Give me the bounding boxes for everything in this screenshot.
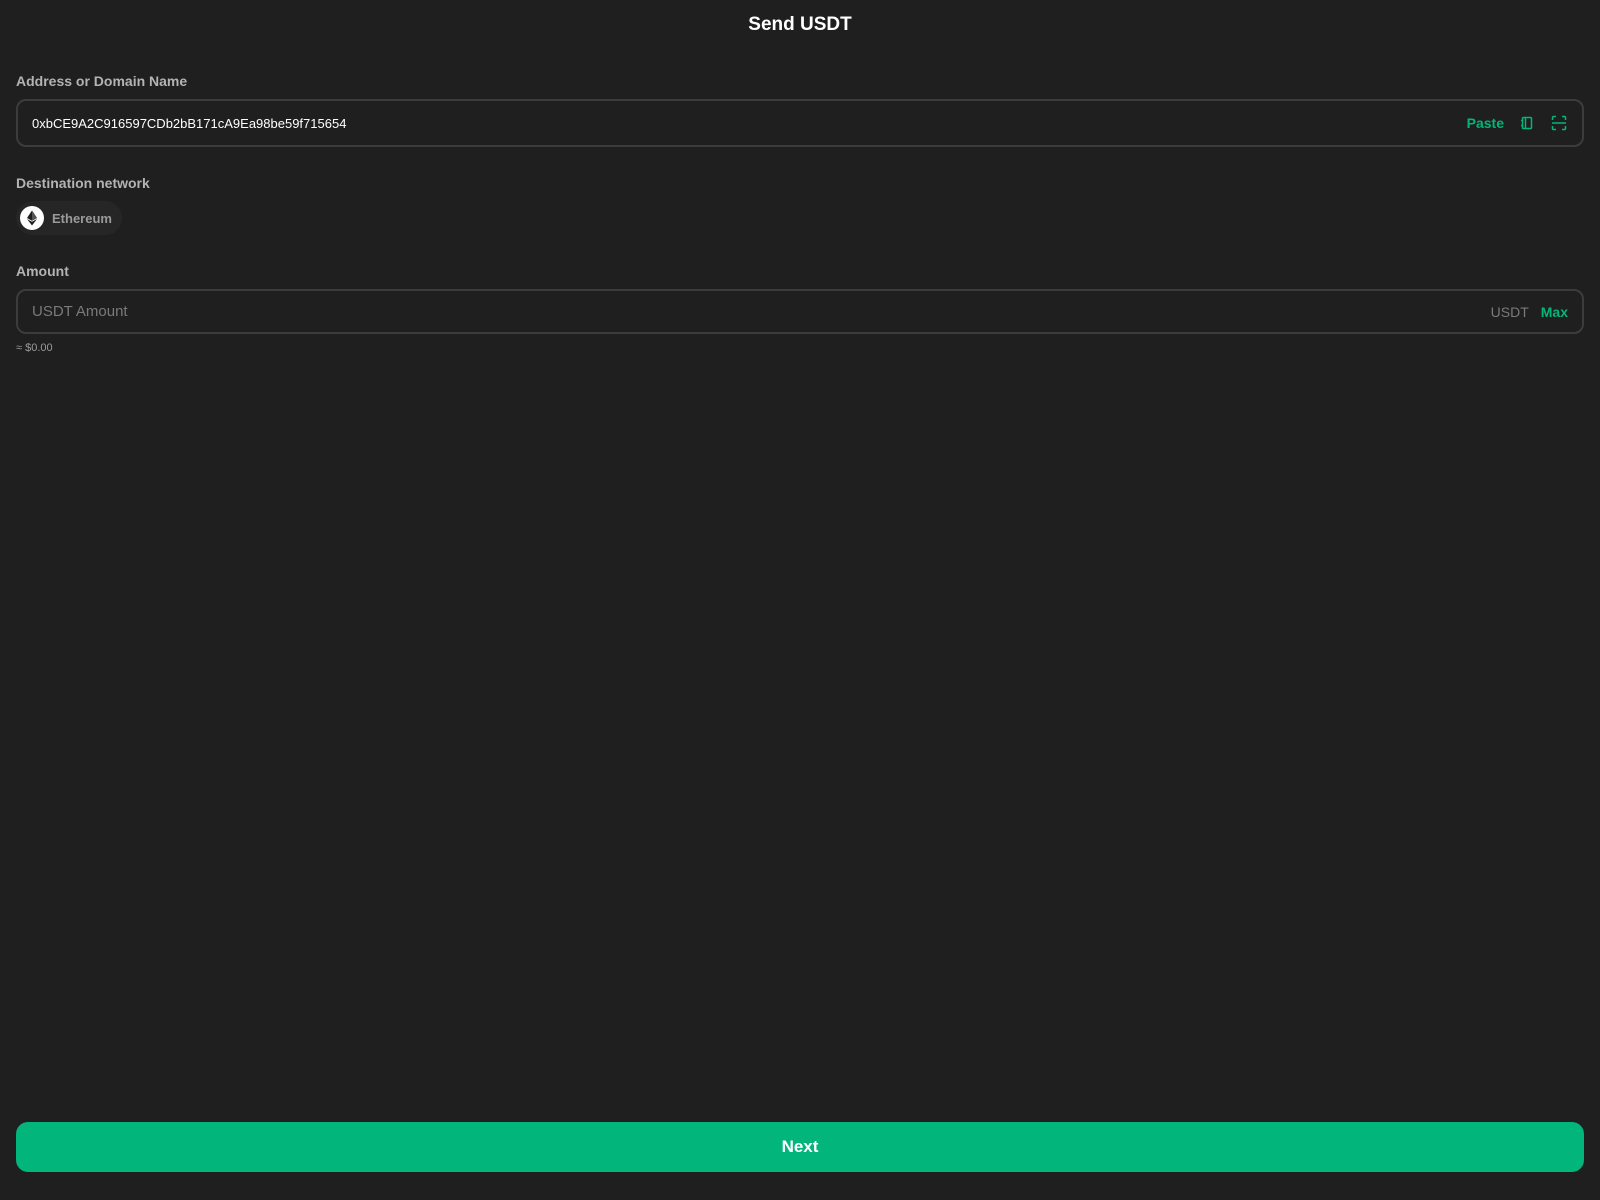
address-book-icon[interactable] [1518, 114, 1536, 132]
amount-input[interactable]: USDT Amount USDT Max [16, 289, 1584, 334]
network-label: Destination network [16, 175, 150, 191]
amount-unit: USDT [1490, 303, 1529, 320]
address-value[interactable]: 0xbCE9A2C916597CDb2bB171cA9Ea98be59f7156… [32, 116, 1467, 131]
next-button[interactable]: Next [16, 1122, 1584, 1172]
max-button[interactable]: Max [1541, 304, 1568, 320]
fiat-estimate: ≈ $0.00 [16, 342, 53, 354]
address-label: Address or Domain Name [16, 73, 188, 89]
paste-button[interactable]: Paste [1467, 115, 1504, 131]
network-chip-ethereum[interactable]: Ethereum [16, 201, 122, 235]
amount-placeholder[interactable]: USDT Amount [32, 303, 1491, 320]
address-input[interactable]: 0xbCE9A2C916597CDb2bB171cA9Ea98be59f7156… [16, 99, 1584, 147]
scan-icon[interactable] [1550, 114, 1568, 132]
network-name: Ethereum [52, 210, 112, 226]
amount-label: Amount [16, 263, 69, 279]
send-usdt-screen: Send USDT Address or Domain Name 0xbCE9A… [0, 0, 1600, 1200]
ethereum-icon [20, 206, 44, 230]
page-title: Send USDT [748, 14, 852, 35]
